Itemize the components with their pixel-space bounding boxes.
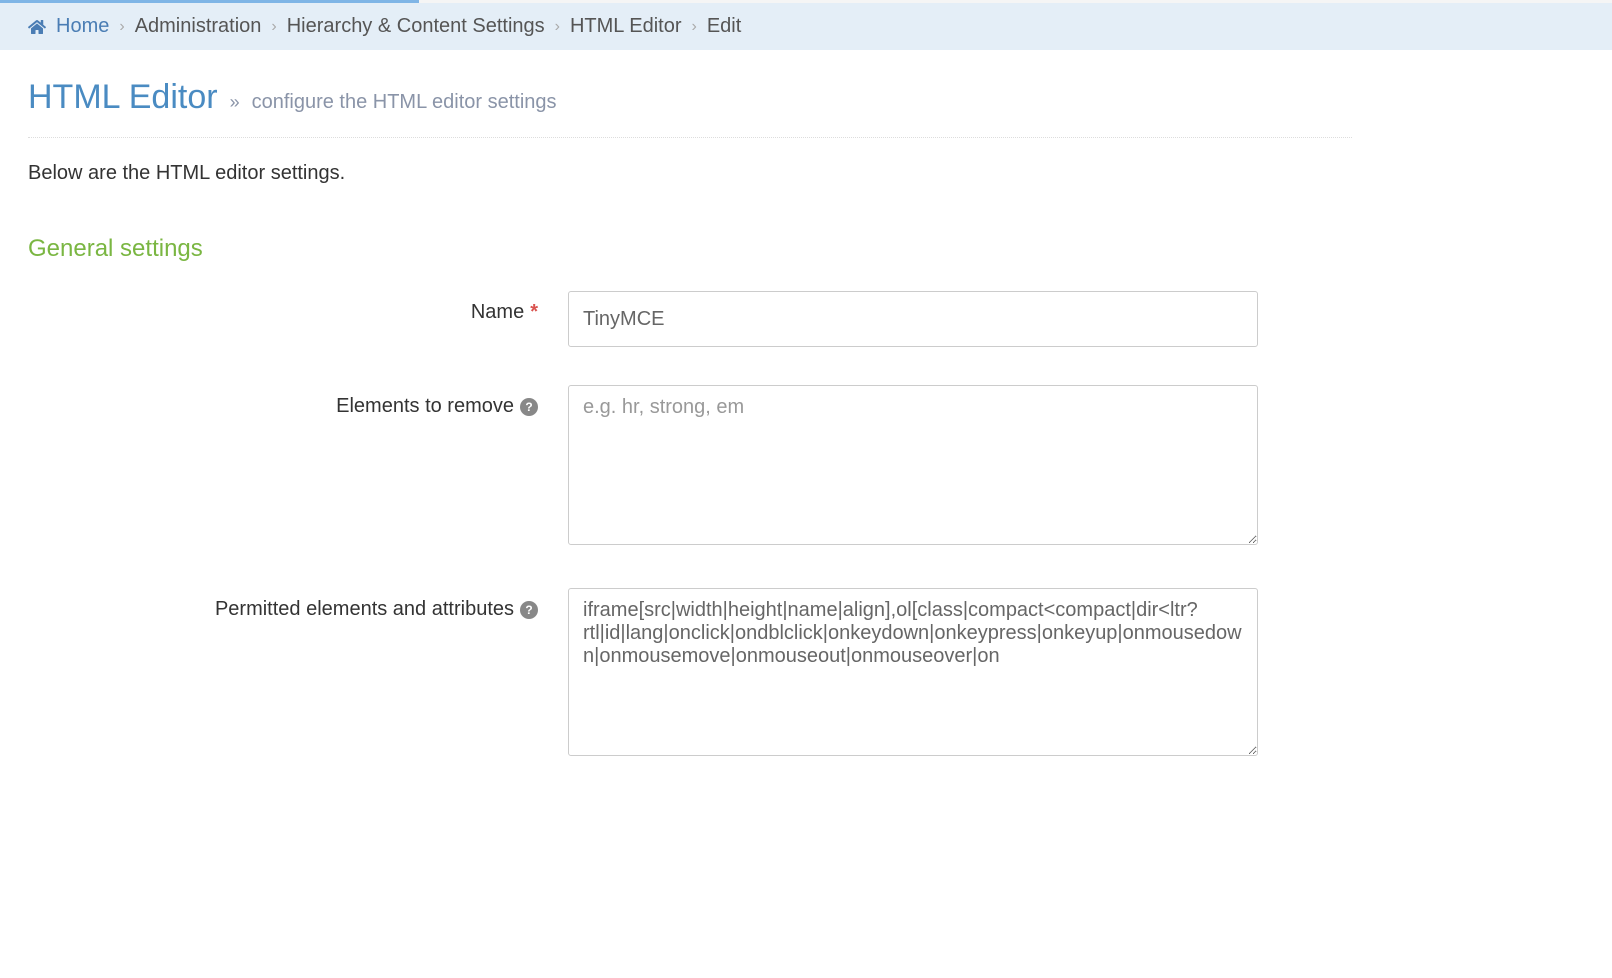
chevron-right-icon: › bbox=[691, 18, 696, 36]
label-permitted: Permitted elements and attributes ? bbox=[28, 588, 568, 621]
form-row-name: Name * bbox=[28, 291, 1352, 347]
main-content: HTML Editor » configure the HTML editor … bbox=[0, 50, 1380, 827]
breadcrumb-item-html-editor[interactable]: HTML Editor bbox=[570, 15, 682, 38]
page-subtitle: configure the HTML editor settings bbox=[252, 91, 557, 114]
chevron-right-icon: › bbox=[119, 18, 124, 36]
breadcrumb-item-administration[interactable]: Administration bbox=[135, 15, 262, 38]
elements-remove-textarea[interactable] bbox=[568, 385, 1258, 545]
home-icon[interactable] bbox=[28, 18, 46, 36]
form-row-permitted: Permitted elements and attributes ? bbox=[28, 588, 1352, 761]
breadcrumb-item-edit: Edit bbox=[707, 15, 741, 38]
double-chevron-right-icon: » bbox=[230, 92, 240, 113]
label-name-text: Name bbox=[471, 301, 524, 324]
page-header: HTML Editor » configure the HTML editor … bbox=[28, 78, 1352, 117]
name-input[interactable] bbox=[568, 291, 1258, 347]
form-row-elements-remove: Elements to remove ? bbox=[28, 385, 1352, 550]
page-title: HTML Editor bbox=[28, 78, 218, 117]
breadcrumb-item-hierarchy[interactable]: Hierarchy & Content Settings bbox=[287, 15, 545, 38]
section-title-general: General settings bbox=[28, 235, 1352, 263]
breadcrumb-home-link[interactable]: Home bbox=[56, 15, 109, 38]
breadcrumb: Home › Administration › Hierarchy & Cont… bbox=[0, 3, 1612, 50]
label-elements-remove-text: Elements to remove bbox=[336, 395, 514, 418]
required-asterisk: * bbox=[530, 301, 538, 324]
chevron-right-icon: › bbox=[555, 18, 560, 36]
label-permitted-text: Permitted elements and attributes bbox=[215, 598, 514, 621]
permitted-textarea[interactable] bbox=[568, 588, 1258, 756]
chevron-right-icon: › bbox=[271, 18, 276, 36]
label-elements-remove: Elements to remove ? bbox=[28, 385, 568, 418]
help-icon[interactable]: ? bbox=[520, 398, 538, 416]
label-name: Name * bbox=[28, 291, 568, 324]
intro-text: Below are the HTML editor settings. bbox=[28, 162, 1352, 185]
help-icon[interactable]: ? bbox=[520, 601, 538, 619]
divider bbox=[28, 137, 1352, 138]
